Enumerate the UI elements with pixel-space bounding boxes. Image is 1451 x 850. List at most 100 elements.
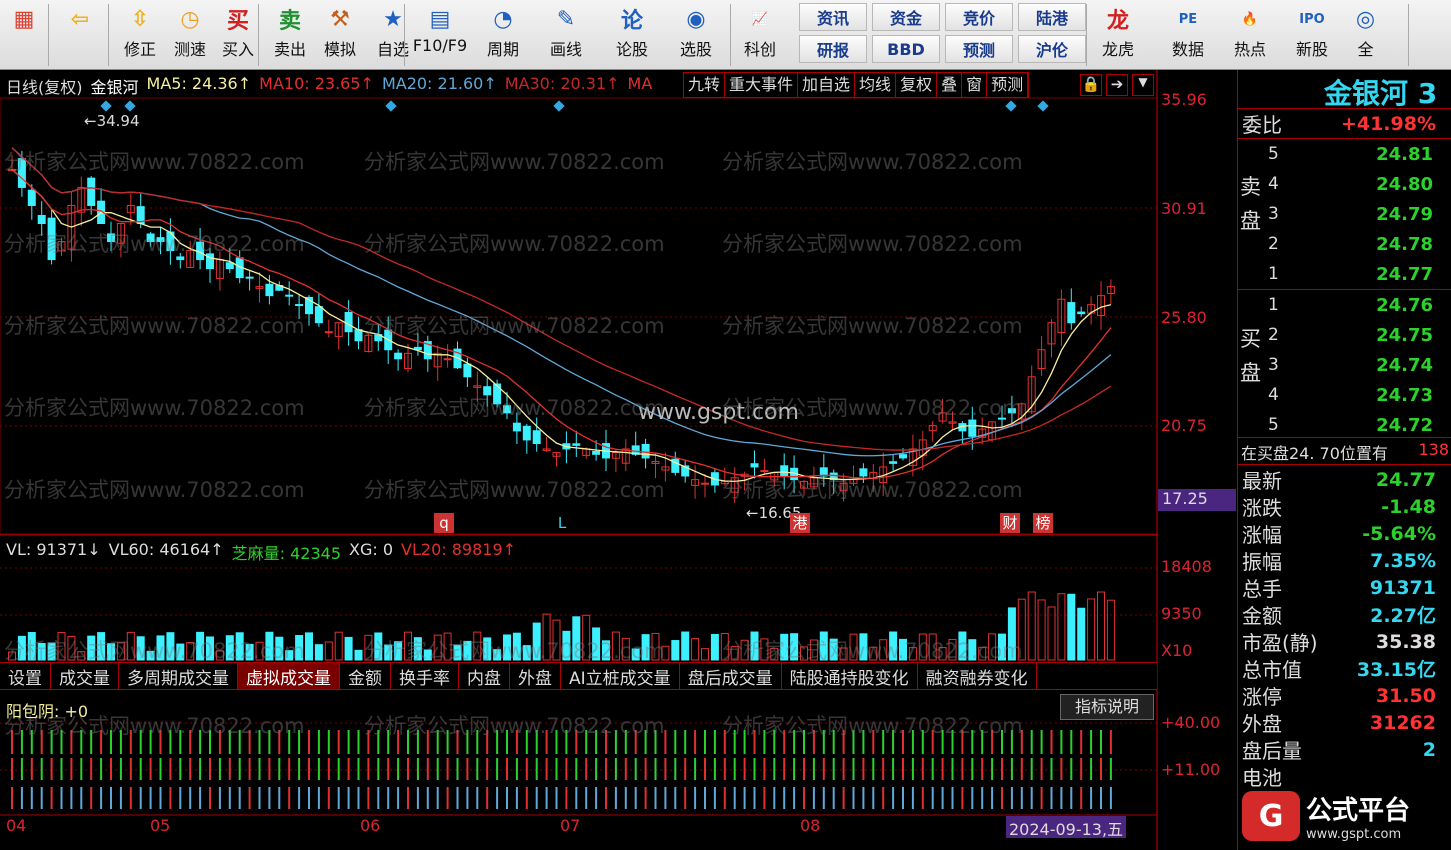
tab-item[interactable]: 多周期成交量 — [119, 663, 238, 689]
chart-tool-button[interactable]: 加自选 — [798, 73, 856, 97]
event-diamond[interactable] — [124, 100, 136, 112]
tab-item[interactable]: 金额 — [340, 663, 391, 689]
candle-body[interactable] — [265, 283, 274, 297]
event-diamond[interactable] — [553, 100, 565, 112]
candle-body[interactable] — [463, 363, 472, 378]
chart-tool-button[interactable]: 重大事件 — [725, 73, 799, 97]
chart-tool-button[interactable]: 预测 — [987, 73, 1029, 97]
toolbar-button-windows[interactable]: ▦ — [0, 0, 48, 70]
candle-body[interactable] — [47, 217, 56, 261]
event-marker[interactable]: 港 — [790, 513, 810, 533]
chart-tool-button[interactable]: 九转 — [684, 73, 726, 97]
candle-body[interactable] — [503, 405, 511, 414]
candle-body[interactable] — [354, 329, 363, 342]
ma-label[interactable]: MA — [628, 74, 653, 96]
candle-body[interactable] — [780, 465, 789, 477]
candle-body[interactable] — [1077, 311, 1086, 315]
buy-price[interactable]: 24.72 — [1376, 415, 1433, 436]
candle-body[interactable] — [889, 461, 898, 464]
buy-price[interactable]: 24.73 — [1376, 385, 1433, 406]
toolbar-button-globe[interactable]: ◎ 全 — [1346, 0, 1385, 70]
quick-button[interactable]: 竞价 — [945, 3, 1013, 31]
chart-tool-button[interactable]: 复权 — [896, 73, 938, 97]
toolbar-button-chart[interactable]: 📈 科创 — [732, 0, 788, 70]
tab-item[interactable]: 成交量 — [51, 663, 119, 689]
toolbar-button-dragon[interactable]: 龙龙虎 — [1090, 0, 1146, 70]
period-label[interactable]: 日线(复权) — [6, 74, 83, 97]
buy-price[interactable]: 24.76 — [1376, 295, 1433, 316]
dropdown-icon[interactable]: ▼ — [1132, 74, 1154, 96]
candle-body[interactable] — [641, 443, 650, 459]
toolbar-button-hammer[interactable]: ⚒ 模拟 — [312, 0, 368, 70]
sell-price[interactable]: 24.81 — [1376, 144, 1433, 165]
candle-body[interactable] — [899, 454, 907, 459]
candle-body[interactable] — [245, 276, 254, 279]
chart-tool-button[interactable]: 均线 — [855, 73, 897, 97]
toolbar-button-discuss[interactable]: 论论股 — [604, 0, 660, 70]
jump-icon[interactable]: ➔ — [1106, 74, 1128, 96]
candle-body[interactable] — [394, 352, 403, 360]
quick-button[interactable]: BBD — [872, 35, 940, 63]
candle-body[interactable] — [1067, 302, 1076, 324]
toolbar-button-period[interactable]: ◔ 周期 — [475, 0, 531, 70]
candle-body[interactable] — [146, 233, 155, 243]
toolbar-button-screen[interactable]: ◉ 选股 — [668, 0, 724, 70]
quick-button[interactable]: 资金 — [872, 3, 940, 31]
event-diamond[interactable] — [1037, 100, 1049, 112]
sell-price[interactable]: 24.79 — [1376, 204, 1433, 225]
candle-body[interactable] — [572, 443, 581, 446]
indicator-help-button[interactable]: 指标说明 — [1060, 694, 1154, 720]
event-marker[interactable]: q — [434, 513, 454, 533]
candle-body[interactable] — [176, 256, 185, 261]
candle-body[interactable] — [859, 468, 868, 477]
candle-body[interactable] — [1007, 408, 1016, 414]
event-marker[interactable]: 榜 — [1033, 513, 1053, 533]
candle-body[interactable] — [314, 306, 323, 324]
sell-price[interactable]: 24.77 — [1376, 264, 1433, 285]
candle-body[interactable] — [522, 425, 531, 441]
toolbar-button-hot[interactable]: 🔥 热点 — [1222, 0, 1278, 70]
candle-body[interactable] — [295, 304, 304, 307]
candle-body[interactable] — [483, 386, 492, 396]
toolbar-button-pe[interactable]: PE 数据 — [1160, 0, 1216, 70]
event-marker[interactable]: 财 — [1000, 513, 1020, 533]
tab-item[interactable]: 陆股通持股变化 — [782, 663, 918, 689]
buy-price[interactable]: 24.75 — [1376, 325, 1433, 346]
candle-body[interactable] — [750, 463, 759, 468]
candle-body[interactable] — [27, 189, 36, 206]
tab-item[interactable]: 虚拟成交量 — [238, 663, 340, 689]
candle-body[interactable] — [344, 311, 353, 333]
buy-price[interactable]: 24.74 — [1376, 355, 1433, 376]
candle-body[interactable] — [285, 294, 294, 297]
candle-body[interactable] — [532, 430, 541, 445]
candle-body[interactable] — [87, 177, 96, 206]
tab-item[interactable]: 外盘 — [510, 663, 561, 689]
candle-body[interactable] — [37, 214, 46, 225]
tab-item[interactable]: 换手率 — [391, 663, 459, 689]
chart-tool-button[interactable]: 叠 — [937, 73, 963, 97]
tab-item[interactable]: 盘后成交量 — [680, 663, 782, 689]
quick-button[interactable]: 陆港 — [1018, 3, 1086, 31]
event-diamond[interactable] — [385, 100, 397, 112]
tab-item[interactable]: 融资融券变化 — [918, 663, 1037, 689]
candle-body[interactable] — [592, 450, 601, 455]
candle-body[interactable] — [17, 158, 26, 188]
candle-body[interactable] — [968, 419, 977, 437]
candle-body[interactable] — [512, 422, 521, 432]
chart-tool-button[interactable]: 窗 — [962, 73, 988, 97]
sell-price[interactable]: 24.80 — [1376, 174, 1433, 195]
quick-button[interactable]: 资讯 — [799, 3, 867, 31]
toolbar-button-back-arrow[interactable]: ⇦ — [52, 0, 108, 70]
candle-body[interactable] — [225, 262, 234, 270]
toolbar-button-sell[interactable]: 卖卖出 — [262, 0, 318, 70]
candle-body[interactable] — [443, 358, 452, 361]
tab-item[interactable]: 设置 — [0, 663, 51, 689]
toolbar-button-f10[interactable]: ▤ F10/F9 — [412, 0, 468, 70]
tab-item[interactable]: 内盘 — [459, 663, 510, 689]
candle-body[interactable] — [701, 482, 709, 485]
toolbar-button-ipo[interactable]: IPO 新股 — [1284, 0, 1340, 70]
order-notice[interactable]: 在买盘24. 70位置有 138 — [1241, 440, 1449, 464]
event-diamond[interactable] — [1005, 100, 1017, 112]
quick-button[interactable]: 沪伦 — [1018, 35, 1086, 63]
candle-body[interactable] — [324, 331, 333, 334]
